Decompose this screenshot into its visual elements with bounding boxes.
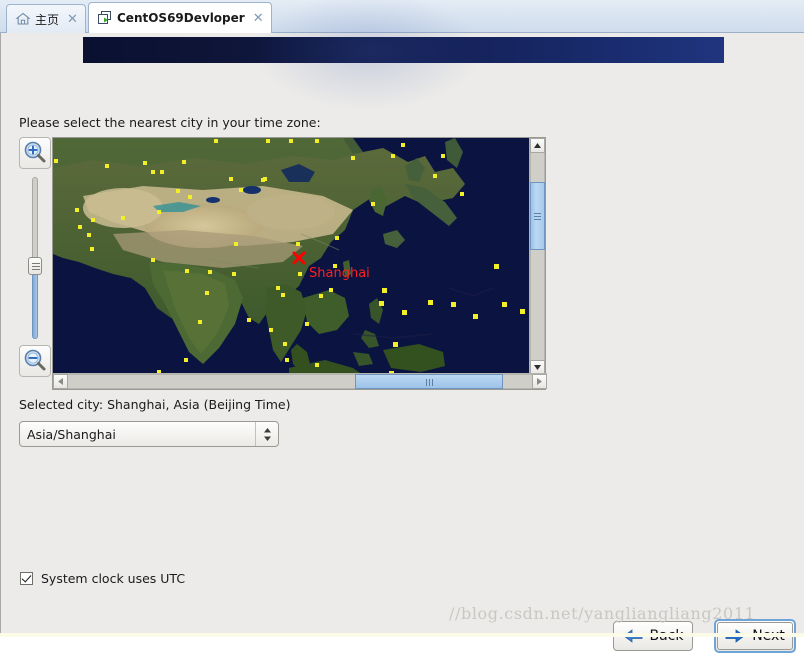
home-icon — [15, 11, 31, 27]
slider-handle[interactable] — [28, 257, 42, 275]
zoom-in-magnifier-icon — [24, 141, 46, 163]
zoom-in-button[interactable] — [19, 137, 51, 169]
selected-city-map-label: Shanghai — [309, 266, 370, 281]
utc-checkbox-label: System clock uses UTC — [41, 571, 186, 586]
slider-track-upper — [32, 177, 38, 261]
map-zoom-controls — [19, 137, 51, 377]
timezone-map[interactable]: Shanghai — [52, 137, 547, 390]
scroll-thumb-grip — [534, 211, 541, 222]
virtual-machine-icon — [97, 10, 113, 26]
installer-panel: Please select the nearest city in your t… — [0, 0, 804, 653]
map-zoom-slider[interactable] — [28, 177, 42, 339]
map-horizontal-scrollbar[interactable] — [53, 373, 547, 389]
tab-centos69devloper-close-icon[interactable]: ✕ — [253, 12, 264, 25]
zoom-out-button[interactable] — [19, 345, 51, 377]
scroll-thumb-grip-h — [425, 375, 434, 389]
tab-centos69devloper-label: CentOS69Devloper — [117, 11, 245, 25]
page-title: Please select the nearest city in your t… — [19, 115, 321, 130]
installer-banner — [83, 0, 724, 111]
slider-track-lower — [32, 273, 38, 339]
tab-home-close-icon[interactable]: ✕ — [67, 13, 78, 26]
bottom-strip — [0, 633, 804, 637]
tab-centos69devloper[interactable]: CentOS69Devloper ✕ — [88, 2, 272, 33]
scroll-up-button[interactable] — [530, 138, 545, 153]
scroll-right-button[interactable] — [532, 374, 547, 389]
map-canvas[interactable]: Shanghai — [53, 138, 531, 375]
zoom-out-magnifier-icon — [24, 349, 46, 371]
horizontal-scroll-thumb[interactable] — [355, 374, 503, 389]
timezone-select-value: Asia/Shanghai — [27, 426, 116, 442]
banner-arc-decoration — [253, 0, 483, 111]
chevron-updown-icon[interactable] — [255, 422, 278, 446]
scroll-left-button[interactable] — [53, 374, 68, 389]
timezone-select[interactable]: Asia/Shanghai — [19, 421, 279, 447]
tab-home-label: 主页 — [35, 12, 60, 27]
selected-city-text: Selected city: Shanghai, Asia (Beijing T… — [19, 397, 291, 412]
vertical-scroll-thumb[interactable] — [530, 182, 545, 250]
tab-home[interactable]: 主页 ✕ — [6, 4, 86, 33]
map-vertical-scrollbar[interactable] — [529, 138, 545, 375]
utc-checkbox[interactable] — [20, 572, 33, 585]
utc-checkbox-row[interactable]: System clock uses UTC — [20, 571, 185, 586]
